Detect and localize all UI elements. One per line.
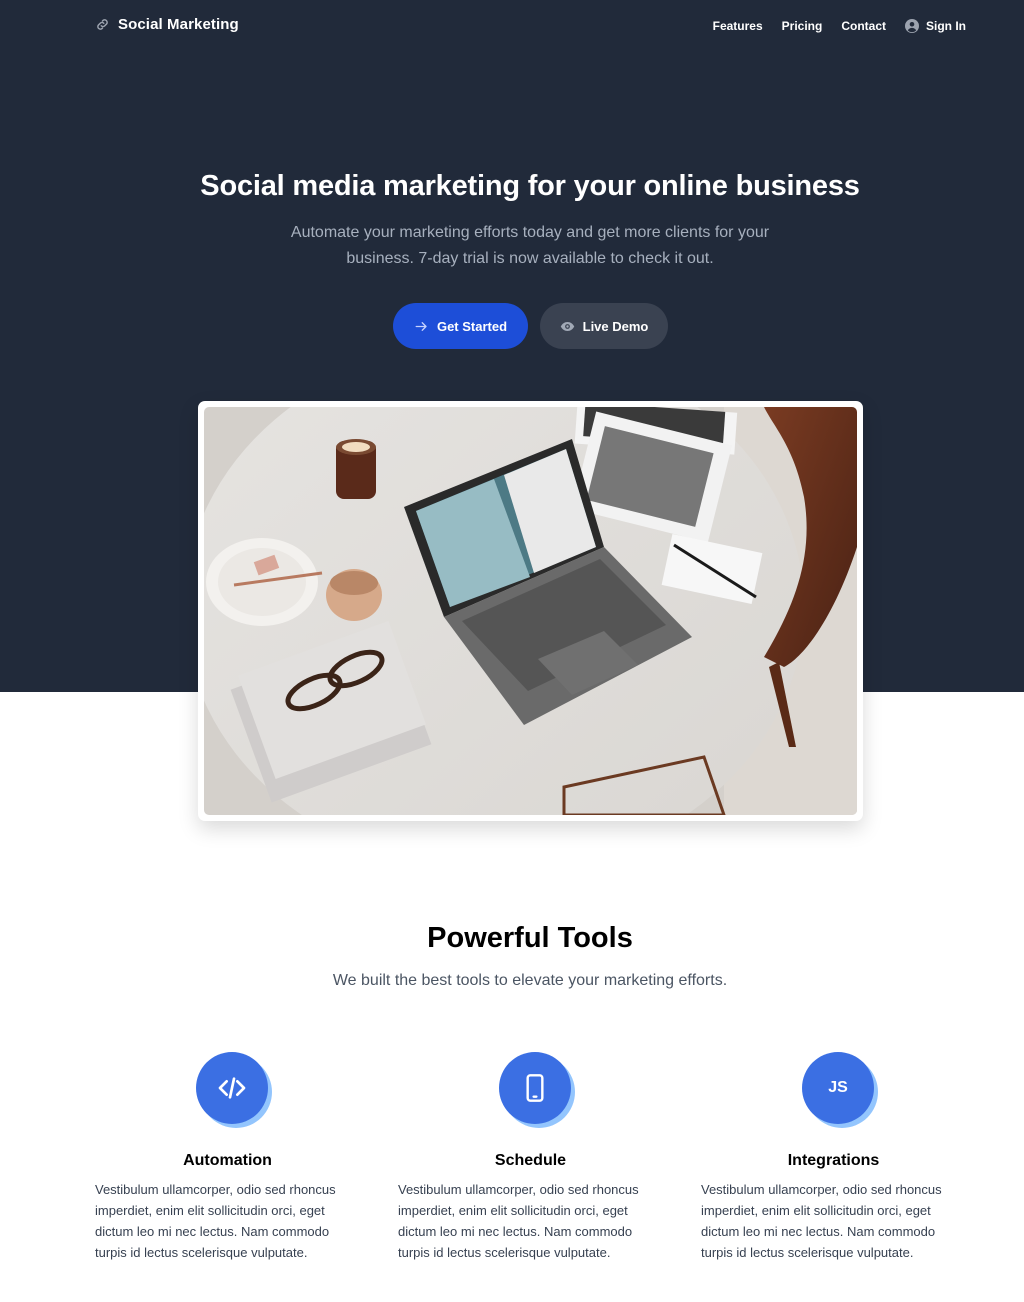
hero-photo — [204, 407, 857, 815]
tools-subtitle: We built the best tools to elevate your … — [332, 972, 728, 989]
brand-name: Social Marketing — [118, 16, 239, 33]
hero-image-frame — [198, 401, 863, 821]
top-navbar: Social Marketing Features Pricing Contac… — [0, 0, 1024, 54]
feature-title: Automation — [183, 1152, 272, 1169]
mobile-phone-icon — [526, 1074, 544, 1102]
sign-in-link[interactable]: Sign In — [905, 19, 966, 33]
link-icon — [95, 17, 110, 32]
sign-in-label: Sign In — [926, 19, 966, 33]
feature-icon-badge: JS — [802, 1052, 878, 1128]
feature-description: Vestibulum ullamcorper, odio sed rhoncus… — [701, 1182, 942, 1260]
hero-subtitle: Automate your marketing efforts today an… — [290, 224, 770, 267]
code-icon — [218, 1077, 246, 1099]
nav-links: Features Pricing Contact Sign In — [694, 19, 966, 33]
feature-title: Integrations — [787, 1152, 880, 1169]
arrow-right-icon — [414, 319, 429, 334]
feature-description: Vestibulum ullamcorper, odio sed rhoncus… — [95, 1182, 336, 1260]
eye-icon — [560, 319, 575, 334]
javascript-icon: JS — [802, 1052, 874, 1124]
feature-schedule: Schedule Vestibulum ullamcorper, odio se… — [398, 1052, 660, 1263]
nav-link-contact[interactable]: Contact — [841, 19, 886, 33]
nav-link-features[interactable]: Features — [713, 19, 763, 33]
feature-title: Schedule — [494, 1152, 567, 1169]
feature-icon-badge — [196, 1052, 272, 1128]
get-started-button[interactable]: Get Started — [393, 303, 528, 349]
live-demo-label: Live Demo — [582, 318, 649, 334]
get-started-label: Get Started — [436, 318, 508, 334]
hero-title: Social media marketing for your online b… — [200, 170, 860, 202]
brand-logo[interactable]: Social Marketing — [95, 16, 239, 33]
feature-automation: Automation Vestibulum ullamcorper, odio … — [95, 1052, 357, 1263]
user-circle-icon — [905, 19, 919, 33]
feature-icon-badge — [499, 1052, 575, 1128]
feature-integrations: JS Integrations Vestibulum ullamcorper, … — [701, 1052, 963, 1263]
feature-description: Vestibulum ullamcorper, odio sed rhoncus… — [398, 1182, 639, 1260]
live-demo-button[interactable]: Live Demo — [540, 303, 668, 349]
nav-link-pricing[interactable]: Pricing — [782, 19, 823, 33]
tools-title: Powerful Tools — [427, 922, 633, 954]
